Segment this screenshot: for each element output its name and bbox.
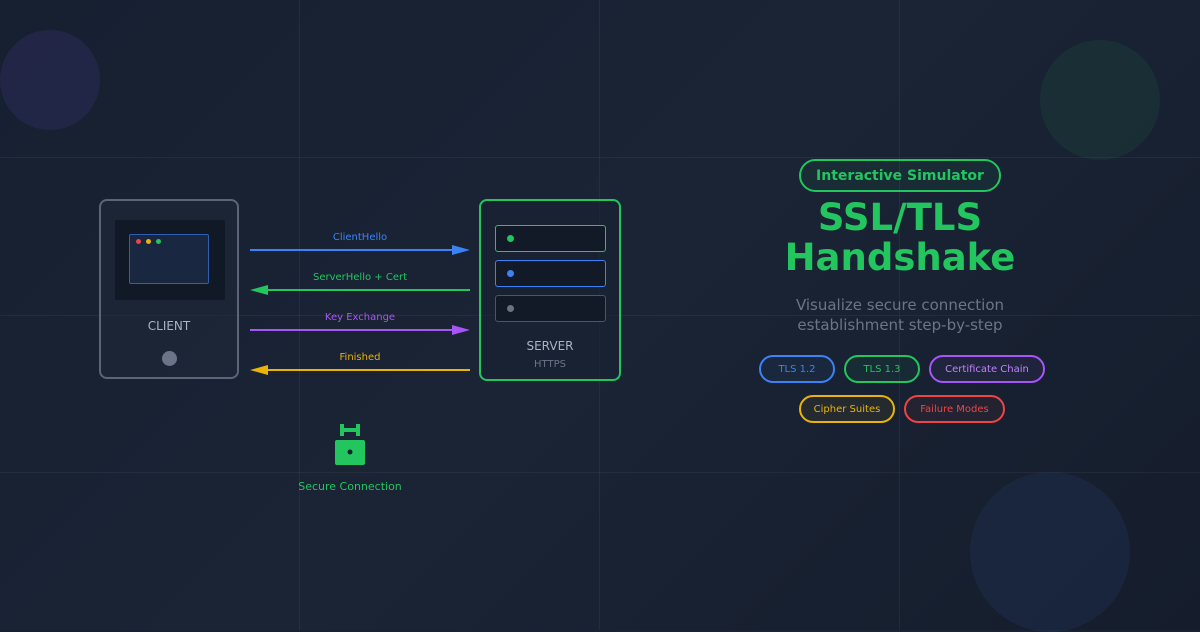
window-dot-green — [156, 239, 161, 244]
server-label: SERVER — [526, 339, 574, 353]
secure-connection-label: Secure Connection — [298, 480, 402, 493]
client-screen — [115, 220, 225, 300]
arrow-clienthello — [250, 245, 470, 255]
page-title-line2: Handshake — [784, 236, 1016, 279]
server-rack — [495, 260, 606, 287]
client-node: CLIENT — [99, 199, 239, 379]
tag-failure-modes[interactable]: Failure Modes — [904, 395, 1005, 423]
decorative-circle — [970, 472, 1130, 632]
arrow-finished — [250, 365, 470, 375]
tag-certificate-chain[interactable]: Certificate Chain — [929, 355, 1045, 383]
grid-line — [0, 157, 1200, 158]
client-label: CLIENT — [147, 319, 191, 333]
arrow-serverhello — [250, 285, 470, 295]
client-home-button-icon — [162, 351, 177, 366]
server-rack — [495, 295, 606, 322]
server-node: SERVER HTTPS — [479, 199, 621, 381]
arrow-key-exchange — [250, 325, 470, 335]
subtitle-line1: Visualize secure connection — [795, 296, 1005, 314]
server-sublabel: HTTPS — [534, 359, 566, 370]
message-label-finished: Finished — [339, 352, 381, 363]
status-led-icon — [507, 270, 514, 277]
status-led-icon — [507, 235, 514, 242]
status-led-icon — [507, 305, 514, 312]
grid-line — [0, 472, 1200, 473]
tag-tls-1-3[interactable]: TLS 1.3 — [844, 355, 920, 383]
decorative-circle — [1040, 40, 1160, 160]
decorative-circle — [0, 30, 100, 130]
tag-tls-1-2[interactable]: TLS 1.2 — [759, 355, 835, 383]
lock-icon — [335, 424, 365, 465]
page-title-line1: SSL/TLS — [817, 196, 983, 239]
server-rack — [495, 225, 606, 252]
subtitle-line2: establishment step-by-step — [797, 316, 1003, 334]
tag-cipher-suites[interactable]: Cipher Suites — [799, 395, 895, 423]
message-label-clienthello: ClientHello — [332, 232, 388, 243]
message-label-key-exchange: Key Exchange — [324, 312, 396, 323]
message-label-serverhello: ServerHello + Cert — [312, 272, 408, 283]
browser-window-icon — [129, 234, 209, 284]
window-dot-red — [136, 239, 141, 244]
interactive-simulator-badge: Interactive Simulator — [799, 159, 1001, 192]
window-dot-yellow — [146, 239, 151, 244]
